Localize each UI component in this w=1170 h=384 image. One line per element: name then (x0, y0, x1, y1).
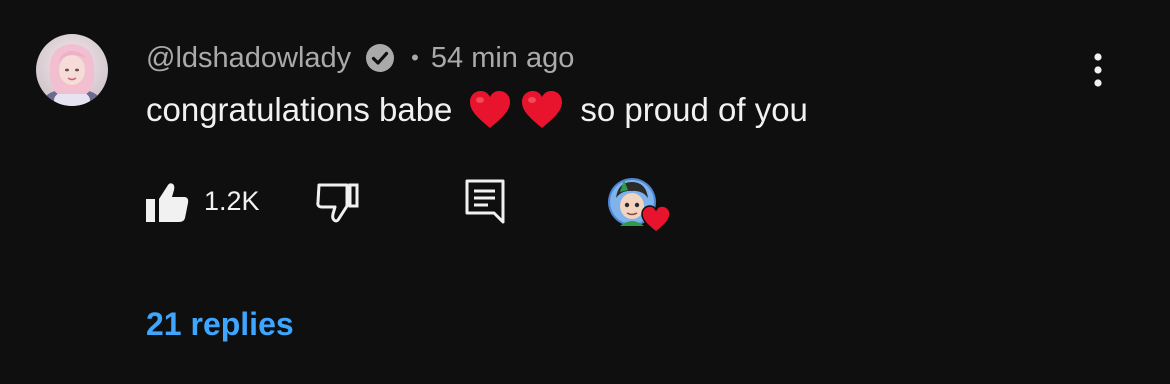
verified-check-icon (365, 43, 395, 73)
heart-emoji-icon (522, 91, 563, 128)
separator-dot: • (411, 45, 419, 70)
heart-emojis (468, 90, 564, 130)
thumbs-up-icon (146, 183, 189, 222)
comment-time[interactable]: 54 min ago (431, 42, 575, 75)
view-replies-button[interactable]: 21 replies (146, 306, 294, 343)
reply-button[interactable] (464, 178, 506, 224)
thumbs-down-icon (316, 183, 359, 223)
creator-heart-badge (606, 176, 672, 234)
comment-text-before: congratulations babe (146, 91, 453, 128)
avatar-image (36, 34, 108, 106)
dislike-button[interactable] (314, 182, 360, 224)
heart-emoji-icon (470, 91, 511, 128)
comment-text: congratulations babe so proud of you (146, 88, 808, 132)
heart-icon (641, 205, 671, 233)
comment-header: @ldshadowlady • 54 min ago (146, 38, 574, 78)
reply-icon (465, 179, 505, 224)
like-button[interactable] (144, 182, 190, 224)
avatar[interactable] (36, 34, 108, 106)
more-vert-icon[interactable] (1084, 50, 1112, 90)
author-name[interactable]: @ldshadowlady (146, 42, 351, 75)
like-count: 1.2K (204, 186, 260, 216)
comment-text-after: so proud of you (580, 91, 808, 128)
